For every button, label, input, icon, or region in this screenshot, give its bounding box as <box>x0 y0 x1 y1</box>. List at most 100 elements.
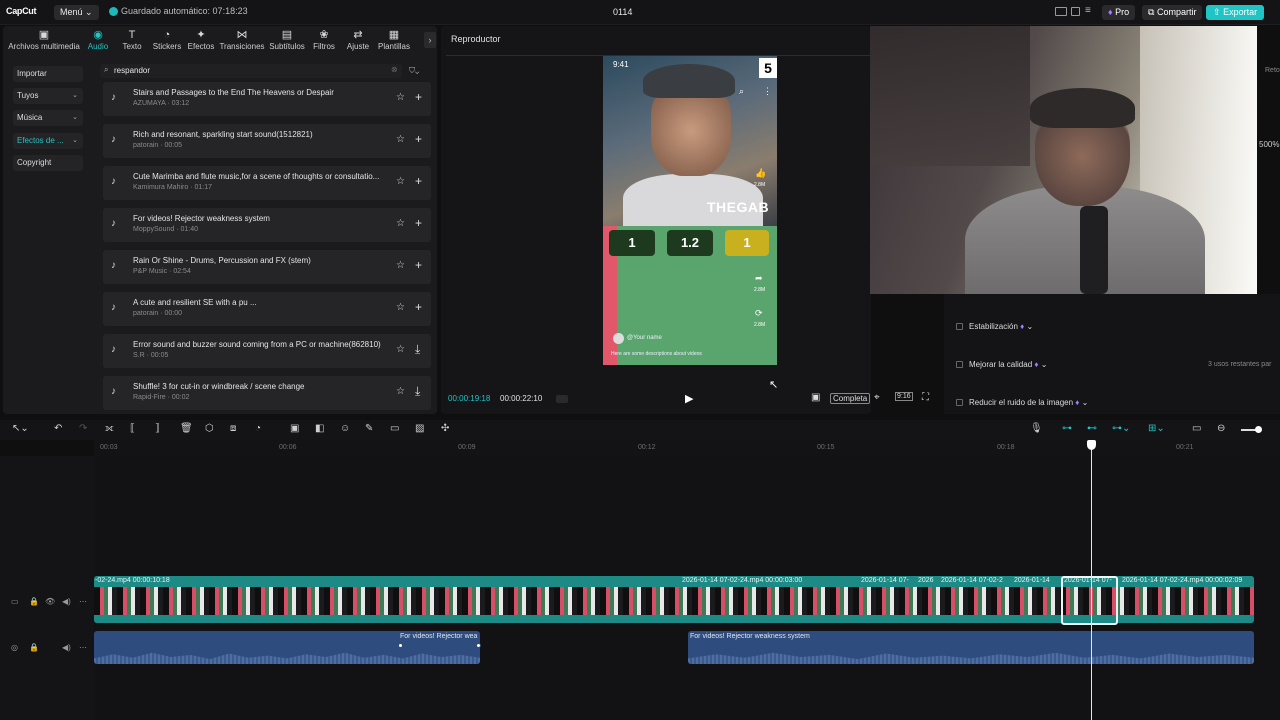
list-item[interactable]: ♪ Shuffle! 3 for cut-in or windbreak / sc… <box>103 376 431 410</box>
sidebar-item-importar[interactable]: Importar <box>13 66 83 82</box>
download-button[interactable]: ⤓ <box>415 384 420 399</box>
timecode-toggle[interactable] <box>556 395 568 403</box>
filter-icon[interactable]: ⛉⌄ <box>409 66 419 76</box>
mask-icon[interactable]: ⬡ <box>205 423 214 434</box>
select-tool-icon[interactable]: ↖⌄ <box>12 423 29 434</box>
tab-subtitles[interactable]: ▤ Subtítulos <box>266 30 308 52</box>
add-button[interactable]: + <box>415 258 422 272</box>
video-preview[interactable]: 9:41 5 ⌕ ⋮ THEGAB 1 1.2 1 👍 2.8M ➦ 2.8M … <box>603 56 777 365</box>
improve-checkbox[interactable] <box>956 361 963 368</box>
split-icon[interactable]: ⟗ <box>105 423 114 434</box>
more-icon[interactable]: ⋯ <box>79 643 87 652</box>
menu-button[interactable]: Menú ⌄ <box>54 5 99 20</box>
tab-stickers[interactable]: ◔ Stickers <box>148 30 186 52</box>
tab-media[interactable]: ▣ Archivos multimedia <box>6 30 82 52</box>
download-button[interactable]: ⤓ <box>415 342 420 357</box>
list-item[interactable]: ♪ Error sound and buzzer sound coming fro… <box>103 334 431 368</box>
sidebar-item-efectos[interactable]: Efectos de ... ⌄ <box>13 133 83 149</box>
sidebar-item-copyright[interactable]: Copyright <box>13 155 83 171</box>
denoise-checkbox[interactable] <box>956 399 963 406</box>
favorite-star-icon[interactable]: ☆ <box>396 302 405 313</box>
favorite-star-icon[interactable]: ☆ <box>396 344 405 355</box>
add-button[interactable]: + <box>415 216 422 230</box>
clear-icon[interactable]: ⊗ <box>391 65 398 74</box>
layout-icon[interactable] <box>1055 7 1067 16</box>
freeze-icon[interactable]: ▣ <box>290 423 299 434</box>
split-left-icon[interactable]: ⟦ <box>130 423 135 434</box>
fade-handle[interactable] <box>476 643 481 648</box>
preview-quality-icon[interactable]: ▣ <box>811 392 820 403</box>
lock-icon[interactable]: 🔒 <box>29 597 39 606</box>
list-item[interactable]: ♪ For videos! Rejector weakness system Mop… <box>103 208 431 242</box>
favorite-star-icon[interactable]: ☆ <box>396 92 405 103</box>
captions-icon[interactable]: ▭ <box>1192 423 1201 434</box>
image-icon[interactable]: ▨ <box>415 423 424 434</box>
tab-transitions[interactable]: ⋈ Transiciones <box>218 30 266 52</box>
speed-icon[interactable]: ◔ <box>255 423 261 434</box>
tab-templates[interactable]: ▦ Plantillas <box>374 30 414 52</box>
favorite-star-icon[interactable]: ☆ <box>396 386 405 397</box>
split-right-icon[interactable]: ⟧ <box>155 423 160 434</box>
shortcut-icon[interactable] <box>1071 7 1080 16</box>
search-input[interactable]: respandor <box>100 64 402 78</box>
microphone-icon[interactable]: 🎙 <box>1030 423 1043 434</box>
playhead-handle[interactable] <box>1087 440 1096 450</box>
more-icon[interactable]: ⋯ <box>79 597 87 606</box>
pro-button[interactable]: ♦ Pro <box>1102 5 1136 20</box>
preview-axis-icon[interactable]: ⊞⌄ <box>1148 423 1165 434</box>
list-item[interactable]: ♪ Rich and resonant, sparkling start soun… <box>103 124 431 158</box>
project-name[interactable]: 0114 <box>613 7 632 17</box>
magnet-icon[interactable]: ⊷ <box>1087 423 1097 434</box>
share-button[interactable]: ⧉ Compartir <box>1142 5 1203 20</box>
magic-icon[interactable]: ✎ <box>365 423 373 434</box>
list-item[interactable]: ♪ Cute Marimba and flute music,for a scen… <box>103 166 431 200</box>
favorite-star-icon[interactable]: ☆ <box>396 218 405 229</box>
add-button[interactable]: + <box>415 90 422 104</box>
undo-icon[interactable]: ↶ <box>54 423 62 434</box>
favorite-star-icon[interactable]: ☆ <box>396 176 405 187</box>
tab-audio[interactable]: ◉ Audio <box>80 30 116 52</box>
list-item[interactable]: ♪ A cute and resilient SE with a pu ... pa… <box>103 292 431 326</box>
stabilize-checkbox[interactable] <box>956 323 963 330</box>
lock-icon[interactable]: 🔒 <box>29 643 39 652</box>
add-button[interactable]: + <box>415 132 422 146</box>
star-edit-icon[interactable]: ✣ <box>441 423 449 434</box>
add-button[interactable]: + <box>415 174 422 188</box>
crop-icon[interactable]: ⌖ <box>874 392 880 403</box>
redo-icon[interactable]: ↷ <box>79 423 87 434</box>
playhead[interactable] <box>1091 446 1092 720</box>
cover-icon[interactable]: ▭ <box>11 597 19 606</box>
link-icon[interactable]: ⊶⌄ <box>1112 423 1130 434</box>
aspect-icon[interactable]: 9:16 <box>895 392 913 401</box>
cutout-icon[interactable]: ☺ <box>340 423 350 434</box>
tab-filters[interactable]: ❀ Filtros <box>308 30 340 52</box>
tab-text[interactable]: T Texto <box>114 30 150 52</box>
audio-clip[interactable]: For videos! Rejector wea <box>94 631 480 664</box>
tabs-scroll-right-button[interactable]: › <box>424 32 436 48</box>
tab-effects[interactable]: ✦ Efectos <box>184 30 218 52</box>
timeline-ruler[interactable] <box>94 440 1280 456</box>
sidebar-item-tuyos[interactable]: Tuyos ⌄ <box>13 88 83 104</box>
export-button[interactable]: ⇧ Exportar <box>1206 5 1265 20</box>
stabilize-option[interactable]: Estabilización ♦ ⌄ <box>956 322 1033 331</box>
volume-icon[interactable]: ◀) <box>62 643 71 652</box>
fade-handle[interactable] <box>398 643 403 648</box>
denoise-option[interactable]: Reducir el ruido de la imagen ♦ ⌄ <box>956 398 1088 407</box>
eye-icon[interactable]: 👁 <box>45 597 55 606</box>
favorite-star-icon[interactable]: ☆ <box>396 134 405 145</box>
link-main-track-icon[interactable]: ⊶ <box>1062 423 1072 434</box>
ratio-button[interactable]: Completa <box>830 393 871 404</box>
audio-track-icon[interactable]: ◎ <box>11 643 18 652</box>
list-item[interactable]: ♪ Rain Or Shine - Drums, Percussion and F… <box>103 250 431 284</box>
volume-icon[interactable]: ◀) <box>62 597 71 606</box>
selected-clip-frame[interactable] <box>1061 576 1118 625</box>
crop-icon[interactable]: ⧈ <box>230 423 236 434</box>
add-button[interactable]: + <box>415 300 422 314</box>
mirror-icon[interactable]: ◧ <box>315 423 324 434</box>
audio-clip[interactable]: For videos! Rejector weakness system <box>688 631 1254 664</box>
tab-adjust[interactable]: ⇄ Ajuste <box>340 30 376 52</box>
delete-icon[interactable]: 🗑 <box>180 423 193 434</box>
favorite-star-icon[interactable]: ☆ <box>396 260 405 271</box>
improve-quality-option[interactable]: Mejorar la calidad ♦ ⌄ <box>956 360 1047 369</box>
hd-icon[interactable]: ▭ <box>390 423 399 434</box>
